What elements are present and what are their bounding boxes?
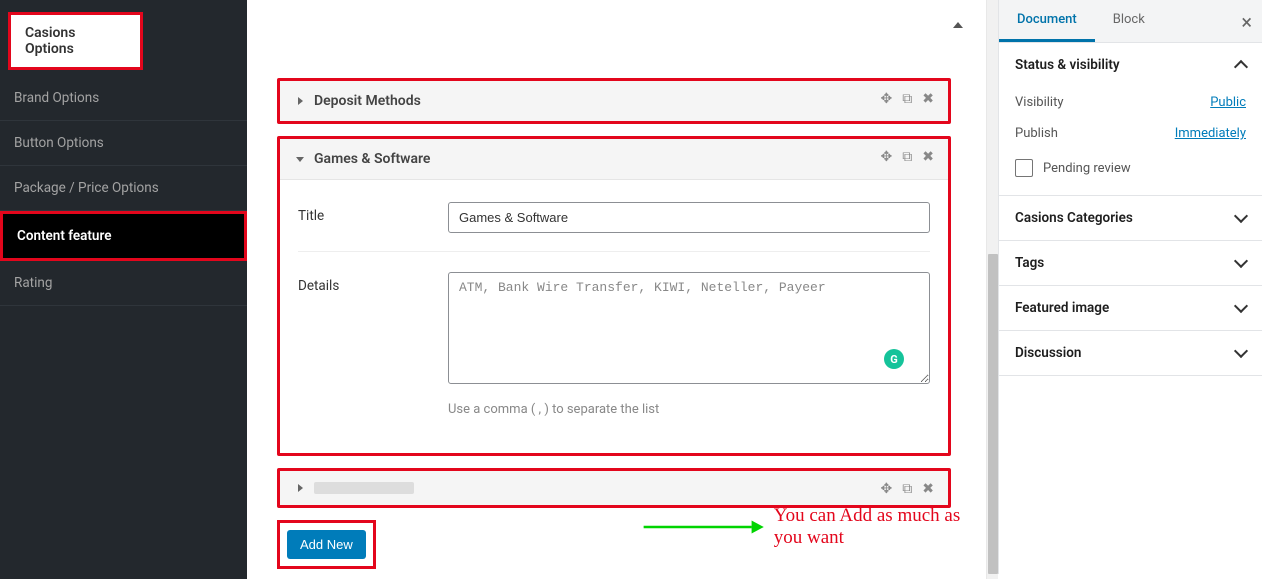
chevron-down-icon: [296, 155, 304, 163]
grammarly-icon[interactable]: G: [884, 349, 904, 369]
panel-games-software: Games & Software ✥ ⧉ ✖ Title Details: [277, 136, 951, 456]
chevron-down-icon: [1236, 348, 1246, 358]
discussion-title: Discussion: [1015, 345, 1081, 361]
move-icon[interactable]: ✥: [881, 481, 893, 497]
section-discussion[interactable]: Discussion: [999, 331, 1262, 375]
tab-block[interactable]: Block: [1095, 0, 1163, 42]
sidebar-item-rating[interactable]: Rating: [0, 261, 247, 306]
close-icon[interactable]: ×: [1237, 8, 1256, 36]
details-textarea[interactable]: [448, 272, 930, 384]
panel-header-games[interactable]: Games & Software: [280, 139, 948, 179]
scrollbar[interactable]: [986, 0, 998, 579]
chevron-up-icon: [1236, 60, 1246, 70]
sidebar-title: Casions Options: [8, 12, 143, 70]
section-categories[interactable]: Casions Categories: [999, 196, 1262, 240]
duplicate-icon[interactable]: ⧉: [902, 91, 912, 107]
chevron-right-icon: [296, 484, 304, 492]
pending-review-checkbox[interactable]: [1015, 159, 1033, 177]
panel-header-empty[interactable]: [280, 471, 948, 505]
move-icon[interactable]: ✥: [881, 149, 893, 165]
details-field-label: Details: [298, 272, 448, 294]
add-new-highlight: Add New: [277, 520, 376, 569]
title-field-label: Title: [298, 202, 448, 224]
collapse-caret-icon[interactable]: [953, 22, 963, 28]
remove-icon[interactable]: ✖: [922, 481, 934, 497]
chevron-down-icon: [1236, 303, 1246, 313]
visibility-link[interactable]: Public: [1210, 95, 1246, 110]
scrollbar-thumb[interactable]: [988, 254, 998, 574]
section-status-visibility[interactable]: Status & visibility: [999, 43, 1262, 87]
move-icon[interactable]: ✥: [881, 91, 893, 107]
panel-deposit-methods: Deposit Methods ✥ ⧉ ✖: [277, 78, 951, 124]
tags-title: Tags: [1015, 255, 1044, 271]
featured-title: Featured image: [1015, 300, 1109, 316]
duplicate-icon[interactable]: ⧉: [902, 149, 912, 165]
panel-title-deposit: Deposit Methods: [314, 93, 421, 109]
annotation: You can Add as much as you want: [642, 505, 986, 549]
panel-header-deposit[interactable]: Deposit Methods: [280, 81, 948, 121]
chevron-down-icon: [1236, 213, 1246, 223]
title-input[interactable]: [448, 202, 930, 233]
section-tags[interactable]: Tags: [999, 241, 1262, 285]
sidebar-item-brand[interactable]: Brand Options: [0, 76, 247, 121]
sidebar-item-content-feature[interactable]: Content feature: [0, 211, 247, 261]
sidebar-item-button[interactable]: Button Options: [0, 121, 247, 166]
remove-icon[interactable]: ✖: [922, 149, 934, 165]
details-hint: Use a comma ( , ) to separate the list: [448, 402, 930, 417]
sidebar-item-package[interactable]: Package / Price Options: [0, 166, 247, 211]
chevron-down-icon: [1236, 258, 1246, 268]
section-status-title: Status & visibility: [1015, 57, 1120, 73]
publish-link[interactable]: Immediately: [1175, 126, 1246, 141]
inspector-sidebar: Document Block × Status & visibility Vis…: [998, 0, 1262, 574]
arrow-icon: [642, 515, 764, 539]
placeholder-bar: [314, 482, 414, 494]
publish-label: Publish: [1015, 126, 1058, 141]
add-new-button[interactable]: Add New: [287, 530, 366, 559]
main-content: Deposit Methods ✥ ⧉ ✖ Games & Software ✥…: [247, 0, 986, 579]
chevron-right-icon: [296, 97, 304, 105]
remove-icon[interactable]: ✖: [922, 91, 934, 107]
annotation-text: You can Add as much as you want: [774, 505, 986, 549]
duplicate-icon[interactable]: ⧉: [902, 481, 912, 497]
pending-review-label: Pending review: [1043, 161, 1131, 176]
panel-empty: ✥ ⧉ ✖: [277, 468, 951, 508]
visibility-label: Visibility: [1015, 95, 1064, 110]
options-sidebar: Casions Options Brand Options Button Opt…: [0, 0, 247, 579]
section-featured-image[interactable]: Featured image: [999, 286, 1262, 330]
categories-title: Casions Categories: [1015, 210, 1133, 226]
panel-title-games: Games & Software: [314, 151, 430, 167]
tab-document[interactable]: Document: [999, 0, 1095, 42]
